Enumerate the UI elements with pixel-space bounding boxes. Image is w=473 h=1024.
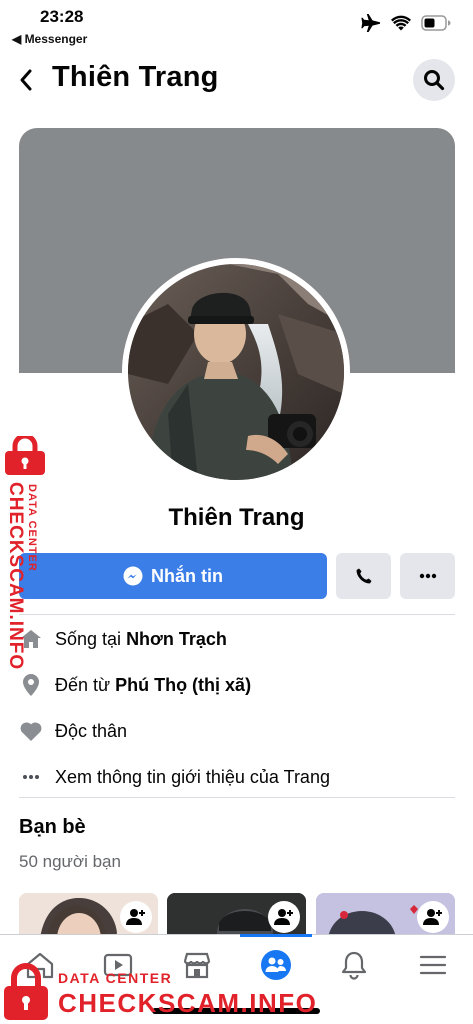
divider xyxy=(19,797,455,798)
page-title: Thiên Trang xyxy=(52,61,219,93)
status-bar: 23:28 ◀ Messenger xyxy=(0,0,473,52)
add-friend-button[interactable] xyxy=(417,901,449,933)
add-friend-button[interactable] xyxy=(268,901,300,933)
message-button-label: Nhắn tin xyxy=(151,565,223,586)
back-button[interactable] xyxy=(12,63,40,97)
status-icons xyxy=(361,14,451,32)
search-icon xyxy=(424,70,445,91)
add-friend-button[interactable] xyxy=(120,901,152,933)
add-friend-icon xyxy=(126,909,145,925)
heart-icon xyxy=(19,719,43,743)
add-friend-icon xyxy=(423,909,442,925)
chevron-left-icon xyxy=(20,69,32,91)
wifi-icon xyxy=(391,15,411,31)
avatar-photo xyxy=(128,264,344,480)
watermark-lock-icon xyxy=(4,963,48,1020)
messenger-icon xyxy=(123,566,143,586)
watermark-brand: CHECKSCAM.INFO xyxy=(5,482,26,671)
info-row-see-about[interactable]: Xem thông tin giới thiệu của Trang xyxy=(19,762,330,792)
message-button[interactable]: Nhắn tin xyxy=(19,553,327,599)
watermark-brand: CHECKSCAM.INFO xyxy=(58,988,318,1018)
friends-count[interactable]: 50 người bạn xyxy=(19,852,121,872)
info-value-relationship: Độc thân xyxy=(55,720,128,741)
see-about-link[interactable]: Xem thông tin giới thiệu của Trang xyxy=(55,767,330,788)
tab-menu[interactable] xyxy=(403,943,463,987)
tab-friends[interactable] xyxy=(246,943,306,987)
info-row-relationship: Độc thân xyxy=(19,716,127,746)
friends-section-title: Bạn bè xyxy=(19,816,86,838)
call-button[interactable] xyxy=(336,553,391,599)
info-row-from: Đến từ Phú Thọ (thị xã) xyxy=(19,670,251,700)
profile-avatar[interactable] xyxy=(128,264,344,480)
info-value-hometown[interactable]: Phú Thọ (thị xã) xyxy=(115,675,251,695)
battery-icon xyxy=(421,15,451,31)
hamburger-menu-icon xyxy=(419,955,447,975)
watermark-label: DATA CENTER xyxy=(58,970,173,986)
divider xyxy=(19,614,455,615)
location-pin-icon xyxy=(19,673,43,697)
more-dots-icon xyxy=(419,573,436,579)
airplane-icon xyxy=(361,14,380,32)
top-navigation: Thiên Trang xyxy=(0,55,473,107)
info-prefix: Sống tại xyxy=(55,628,127,649)
more-dots-icon xyxy=(19,765,43,789)
search-button[interactable] xyxy=(413,59,455,101)
info-prefix: Đến từ xyxy=(55,674,116,695)
more-options-button[interactable] xyxy=(400,553,455,599)
info-value-city[interactable]: Nhơn Trạch xyxy=(126,629,227,649)
watermark-lock-icon xyxy=(5,436,45,475)
watermark-label: DATA CENTER xyxy=(26,484,38,572)
tab-notifications[interactable] xyxy=(324,943,384,987)
back-to-app-link[interactable]: ◀ Messenger xyxy=(12,32,87,46)
info-row-lives-in: Sống tại Nhơn Trạch xyxy=(19,624,227,654)
add-friend-icon xyxy=(274,909,293,925)
tab-marketplace[interactable] xyxy=(167,943,227,987)
profile-name: Thiên Trang xyxy=(168,504,305,531)
friends-icon xyxy=(261,950,291,980)
bell-icon xyxy=(341,951,367,980)
active-tab-indicator xyxy=(240,934,312,937)
store-icon xyxy=(183,952,211,979)
phone-icon xyxy=(356,568,371,584)
status-time: 23:28 xyxy=(40,7,84,26)
